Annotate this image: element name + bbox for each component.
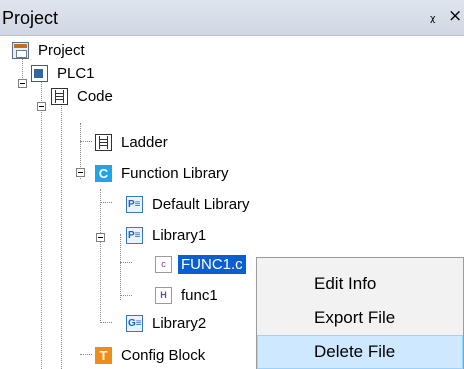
tree-connector bbox=[120, 262, 132, 263]
tree-item-label: Function Library bbox=[121, 164, 229, 182]
tree-connector bbox=[100, 322, 112, 323]
tree-connector bbox=[100, 189, 101, 323]
c-library-icon: C bbox=[95, 164, 112, 182]
tree-connector bbox=[41, 79, 42, 369]
tree-item-project[interactable]: Project bbox=[12, 39, 88, 61]
tree-item-ladder[interactable]: Ladder bbox=[95, 131, 171, 153]
menu-item-export-file[interactable]: Export File bbox=[257, 301, 463, 335]
context-menu: Edit Info Export File Delete File bbox=[256, 257, 464, 369]
tree-item-label: Project bbox=[38, 41, 85, 59]
tree-item-label: Ladder bbox=[121, 133, 168, 151]
pin-icon[interactable]: ᵪ bbox=[430, 7, 435, 25]
tree-item-label: Default Library bbox=[152, 195, 250, 213]
tree-item-label: Library1 bbox=[152, 226, 207, 244]
tree-connector bbox=[80, 141, 92, 142]
menu-item-edit-info[interactable]: Edit Info bbox=[257, 267, 463, 301]
tree-item-library1[interactable]: P≡ Library1 bbox=[126, 224, 209, 246]
tree-item-default-library[interactable]: P≡ Default Library bbox=[126, 193, 253, 215]
tree-connector bbox=[100, 202, 112, 203]
close-icon[interactable]: × bbox=[448, 6, 462, 26]
tree-item-label: FUNC1.c bbox=[178, 254, 246, 274]
collapse-toggle[interactable] bbox=[96, 233, 105, 242]
project-icon bbox=[12, 41, 29, 59]
tree-item-label: Library2 bbox=[152, 314, 207, 332]
tree-item-code[interactable]: Code bbox=[51, 85, 116, 107]
tree-item-plc[interactable]: PLC1 bbox=[31, 62, 98, 84]
plc-icon bbox=[31, 64, 48, 82]
tree-item-label: Config Block bbox=[121, 346, 206, 364]
collapse-toggle[interactable] bbox=[37, 102, 46, 111]
tree-item-library2[interactable]: G≡ Library2 bbox=[126, 312, 209, 334]
menu-item-delete-file[interactable]: Delete File bbox=[257, 335, 463, 369]
tree-connector bbox=[120, 234, 121, 300]
tree-item-label: Code bbox=[77, 87, 113, 105]
tree-item-config-block[interactable]: T Config Block bbox=[95, 344, 208, 366]
tree-item-label: func1 bbox=[181, 286, 218, 304]
tree-item-function-library[interactable]: C Function Library bbox=[95, 162, 232, 184]
code-icon bbox=[51, 87, 68, 105]
tree-item-func1-c[interactable]: c FUNC1.c bbox=[155, 253, 246, 275]
collapse-toggle[interactable] bbox=[18, 79, 27, 88]
collapse-toggle[interactable] bbox=[76, 168, 85, 177]
tree-connector bbox=[120, 295, 132, 296]
ladder-icon bbox=[95, 133, 112, 151]
tree-connector bbox=[61, 101, 62, 369]
tree-connector bbox=[80, 354, 92, 355]
tree-item-func1-h[interactable]: H func1 bbox=[155, 284, 221, 306]
panel-titlebar: Project ᵪ × bbox=[0, 0, 464, 36]
h-file-icon: H bbox=[155, 286, 172, 304]
c-file-icon: c bbox=[155, 255, 172, 273]
panel-title: Project bbox=[2, 8, 59, 28]
tree-item-label: PLC1 bbox=[57, 64, 95, 82]
library-icon: P≡ bbox=[126, 195, 143, 213]
config-block-icon: T bbox=[95, 346, 112, 364]
library-icon: P≡ bbox=[126, 226, 143, 244]
library-icon: G≡ bbox=[126, 314, 143, 332]
